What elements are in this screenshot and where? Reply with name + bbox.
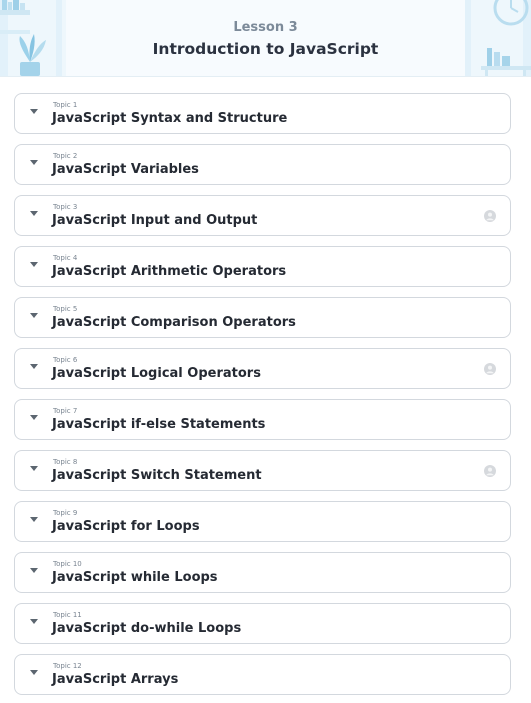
topic-name: JavaScript if-else Statements (52, 417, 266, 432)
user-avatar-icon (484, 210, 496, 222)
topic-number: Topic 12 (53, 662, 82, 670)
topic-row[interactable]: Topic 3 JavaScript Input and Output (14, 195, 511, 236)
topic-row[interactable]: Topic 9 JavaScript for Loops (14, 501, 511, 542)
topic-number: Topic 9 (53, 509, 78, 517)
topic-row[interactable]: Topic 4 JavaScript Arithmetic Operators (14, 246, 511, 287)
chevron-down-icon[interactable] (30, 262, 38, 267)
topic-row[interactable]: Topic 12 JavaScript Arrays (14, 654, 511, 695)
clock-desk-illustration (465, 0, 531, 76)
chevron-down-icon[interactable] (30, 568, 38, 573)
topic-number: Topic 7 (53, 407, 78, 415)
chevron-down-icon[interactable] (30, 364, 38, 369)
topic-name: JavaScript Switch Statement (52, 468, 262, 483)
topic-row[interactable]: Topic 8 JavaScript Switch Statement (14, 450, 511, 491)
chevron-down-icon[interactable] (30, 313, 38, 318)
chevron-down-icon[interactable] (30, 211, 38, 216)
chevron-down-icon[interactable] (30, 619, 38, 624)
chevron-down-icon[interactable] (30, 415, 38, 420)
topic-row[interactable]: Topic 1 JavaScript Syntax and Structure (14, 93, 511, 134)
topic-row[interactable]: Topic 5 JavaScript Comparison Operators (14, 297, 511, 338)
user-avatar-icon (484, 363, 496, 375)
topic-name: JavaScript Arrays (52, 672, 179, 687)
topic-number: Topic 10 (53, 560, 82, 568)
chevron-down-icon[interactable] (30, 466, 38, 471)
topic-name: JavaScript while Loops (52, 570, 218, 585)
chevron-down-icon[interactable] (30, 160, 38, 165)
topic-number: Topic 3 (53, 203, 78, 211)
topic-row[interactable]: Topic 10 JavaScript while Loops (14, 552, 511, 593)
topic-number: Topic 1 (53, 101, 78, 109)
topic-number: Topic 6 (53, 356, 78, 364)
lesson-page: Lesson 3 Introduction to JavaScript Topi… (0, 0, 531, 703)
topic-name: JavaScript Arithmetic Operators (52, 264, 287, 279)
topic-name: JavaScript Syntax and Structure (52, 111, 288, 126)
topic-name: JavaScript Comparison Operators (52, 315, 296, 330)
topic-number: Topic 4 (53, 254, 78, 262)
lesson-header-banner: Lesson 3 Introduction to JavaScript (0, 0, 531, 77)
topic-number: Topic 8 (53, 458, 78, 466)
topic-row[interactable]: Topic 2 JavaScript Variables (14, 144, 511, 185)
topic-number: Topic 5 (53, 305, 78, 313)
topic-row[interactable]: Topic 7 JavaScript if-else Statements (14, 399, 511, 440)
topic-name: JavaScript Logical Operators (52, 366, 261, 381)
topic-name: JavaScript Variables (52, 162, 199, 177)
lesson-number-label: Lesson 3 (233, 20, 298, 35)
topic-number: Topic 2 (53, 152, 78, 160)
user-avatar-icon (484, 465, 496, 477)
topic-name: JavaScript for Loops (52, 519, 200, 534)
topic-number: Topic 11 (53, 611, 82, 619)
topic-name: JavaScript Input and Output (52, 213, 258, 228)
chevron-down-icon[interactable] (30, 109, 38, 114)
topic-row[interactable]: Topic 11 JavaScript do-while Loops (14, 603, 511, 644)
topic-list: Topic 1 JavaScript Syntax and Structure … (14, 93, 511, 703)
chevron-down-icon[interactable] (30, 670, 38, 675)
topic-name: JavaScript do-while Loops (52, 621, 242, 636)
bookshelf-plant-illustration (0, 0, 62, 76)
header-center-panel (66, 0, 465, 76)
chevron-down-icon[interactable] (30, 517, 38, 522)
topic-row[interactable]: Topic 6 JavaScript Logical Operators (14, 348, 511, 389)
lesson-title: Introduction to JavaScript (152, 40, 379, 58)
